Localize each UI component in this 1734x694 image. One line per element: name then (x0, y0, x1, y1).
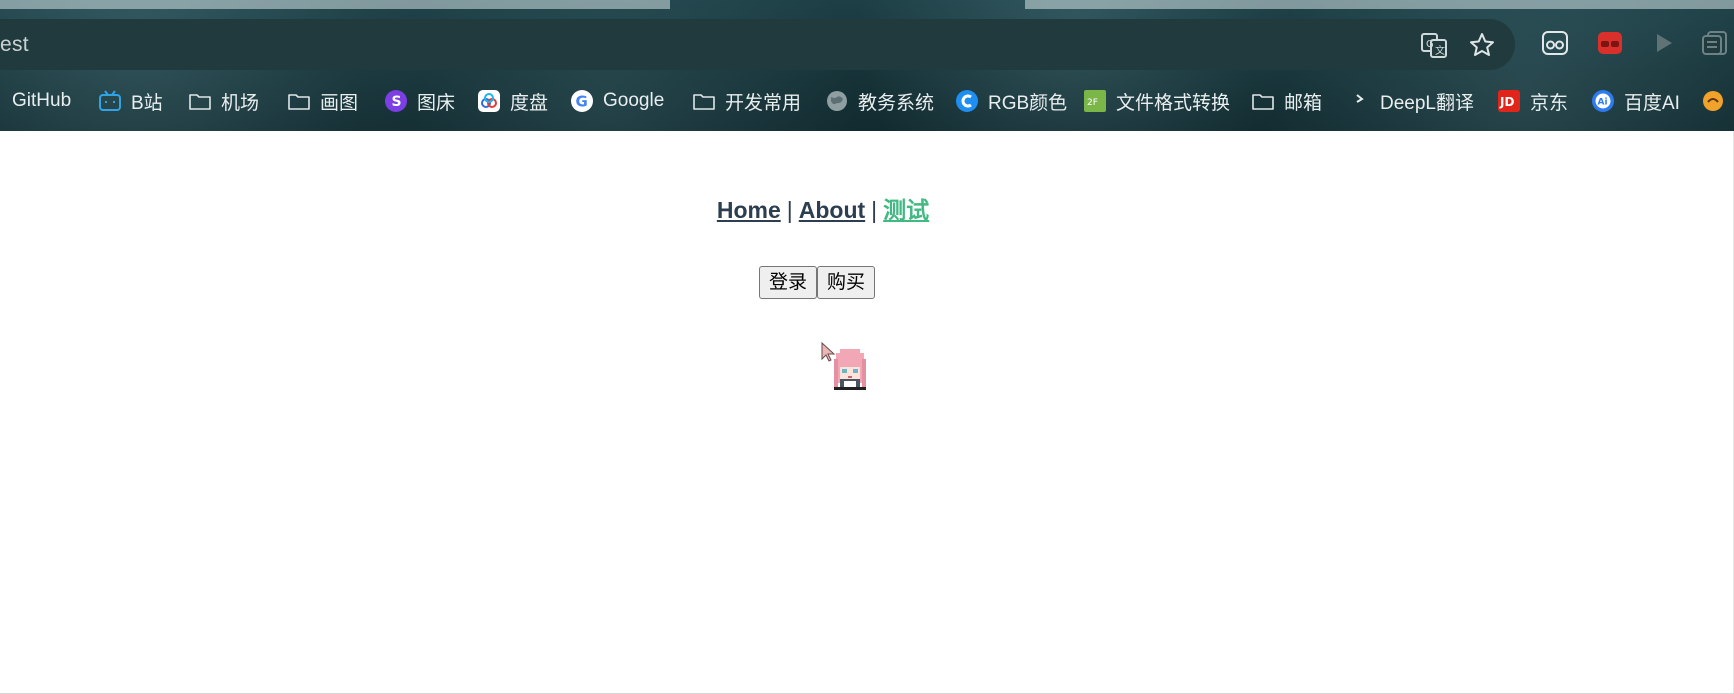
bookmark-github[interactable]: GitHub (12, 84, 71, 118)
bookmark-label: 度盘 (510, 92, 549, 114)
svg-text:2F: 2F (1087, 98, 1098, 108)
bookmark-dev-common[interactable]: 开发常用 (692, 84, 801, 118)
pixel-mascot-icon (830, 347, 870, 396)
address-text[interactable]: est (0, 33, 29, 57)
bookmark-label: RGB颜色 (988, 92, 1068, 114)
address-bar[interactable]: est G 文 (0, 19, 1515, 70)
bookmark-label: 邮箱 (1284, 92, 1323, 114)
rgb-icon (955, 89, 979, 113)
svg-text:G: G (576, 93, 588, 111)
nav-link-home[interactable]: Home (717, 197, 781, 223)
bilibili-icon (98, 89, 122, 113)
globe-icon (825, 89, 849, 113)
svg-text:文: 文 (1435, 44, 1445, 57)
jd-icon: JD (1497, 89, 1521, 113)
tab-strip-right (1025, 0, 1734, 9)
bookmark-drawing[interactable]: 画图 (287, 84, 358, 118)
bookmark-academic-system[interactable]: 教务系统 (825, 84, 934, 118)
svg-text:S: S (392, 94, 402, 110)
bookmarks-bar: GitHub B站 机场 画图 S 图床 度盘 G Google 开发常用 教务… (0, 84, 1734, 118)
file-convert-icon: 2F (1083, 89, 1107, 113)
bookmark-image-host[interactable]: S 图床 (384, 84, 455, 118)
bookmark-label: 图床 (417, 92, 456, 114)
bookmark-label: 开发常用 (725, 92, 802, 114)
bookmark-star-icon[interactable] (1466, 29, 1498, 61)
baidu-ai-icon: Ai (1591, 89, 1615, 113)
bookmark-label: 画图 (320, 92, 359, 114)
translate-icon[interactable]: G 文 (1418, 29, 1450, 61)
reading-list-icon[interactable] (1698, 26, 1732, 60)
svg-text:JD: JD (1499, 95, 1514, 109)
bookmark-overflow[interactable] (1701, 84, 1725, 118)
deepl-icon (1347, 89, 1371, 113)
baidu-pan-icon (477, 89, 501, 113)
bookmark-label: DeepL翻译 (1380, 92, 1474, 114)
bookmark-label: 京东 (1530, 92, 1569, 114)
bookmark-label: 教务系统 (858, 92, 935, 114)
nav-link-about[interactable]: About (799, 197, 865, 223)
bookmark-airport[interactable]: 机场 (188, 84, 259, 118)
play-icon[interactable] (1646, 26, 1680, 60)
bookmark-mailbox[interactable]: 邮箱 (1251, 84, 1322, 118)
bookmark-google[interactable]: G Google (570, 84, 664, 118)
nav-link-test[interactable]: 测试 (883, 197, 929, 223)
folder-icon (287, 89, 311, 113)
nav-separator: | (786, 197, 793, 223)
overflow-favicon-icon (1701, 89, 1725, 113)
bookmark-bilibili[interactable]: B站 (98, 84, 163, 118)
bookmark-jd[interactable]: JD 京东 (1497, 84, 1568, 118)
bookmark-file-convert[interactable]: 2F 文件格式转换 (1083, 84, 1230, 118)
bookmark-deepl[interactable]: DeepL翻译 (1347, 84, 1474, 118)
svg-text:G: G (1426, 39, 1434, 50)
bookmark-label: 机场 (221, 92, 260, 114)
extension-red-icon[interactable] (1593, 26, 1627, 60)
bookmark-label: 百度AI (1624, 92, 1680, 114)
google-icon: G (570, 89, 594, 113)
folder-icon (692, 89, 716, 113)
bookmark-label: GitHub (12, 90, 72, 111)
bookmark-label: B站 (131, 92, 163, 114)
bookmark-baidu-ai[interactable]: Ai 百度AI (1591, 84, 1680, 118)
bookmark-label: 文件格式转换 (1116, 92, 1231, 114)
bookmark-rgb-color[interactable]: RGB颜色 (955, 84, 1067, 118)
bookmark-baidu-pan[interactable]: 度盘 (477, 84, 548, 118)
tab-strip-left (0, 0, 670, 9)
nav-separator: | (871, 197, 878, 223)
browser-chrome: est G 文 GitHub B站 机场 画图 S 图床 度盘 G Google… (0, 0, 1734, 131)
bookmark-label: Google (603, 90, 665, 111)
folder-icon (188, 89, 212, 113)
login-button[interactable]: 登录 (759, 266, 818, 299)
site-nav: Home | About | 测试 (0, 191, 1734, 225)
buy-button[interactable]: 购买 (817, 266, 876, 299)
svg-text:Ai: Ai (1598, 98, 1608, 108)
folder-icon (1251, 89, 1275, 113)
action-buttons: 登录 购买 (759, 266, 876, 299)
extension-glasses-icon[interactable] (1538, 26, 1572, 60)
image-host-icon: S (384, 89, 408, 113)
